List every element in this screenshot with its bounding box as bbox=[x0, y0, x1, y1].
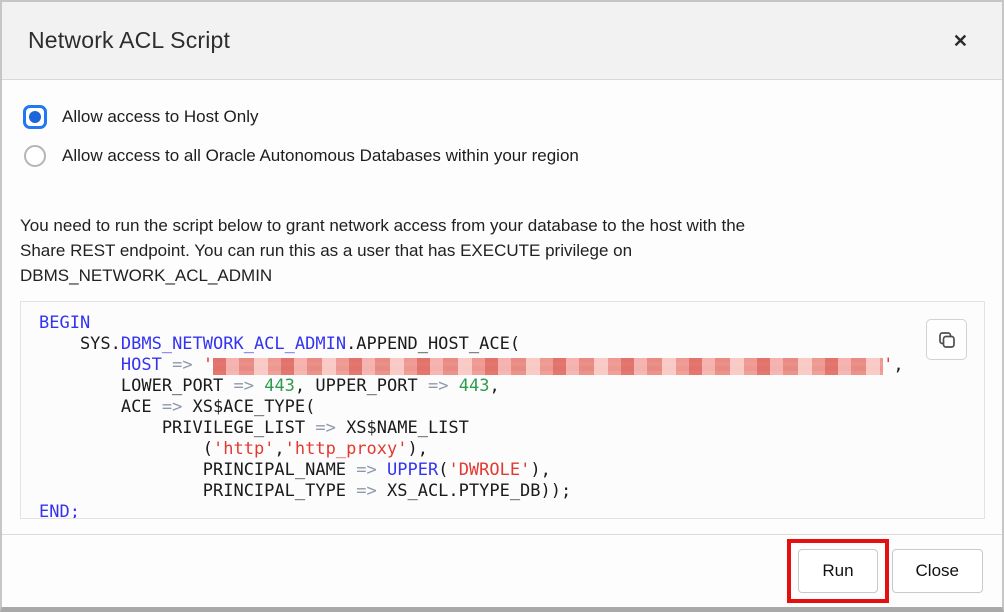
instructions-text: You need to run the script below to gran… bbox=[20, 213, 985, 288]
code-line: BEGIN bbox=[39, 313, 984, 334]
close-button[interactable]: Close bbox=[892, 549, 983, 593]
copy-icon bbox=[936, 329, 958, 351]
dialog-title: Network ACL Script bbox=[28, 27, 230, 54]
dialog-body: Allow access to Host Only Allow access t… bbox=[2, 80, 1002, 534]
dialog-footer: Run Close bbox=[2, 534, 1002, 607]
run-button[interactable]: Run bbox=[798, 549, 877, 593]
code-line: HOST => '', bbox=[39, 355, 984, 376]
code-line: PRIVILEGE_LIST => XS$NAME_LIST bbox=[39, 418, 984, 439]
code-line: LOWER_PORT => 443, UPPER_PORT => 443, bbox=[39, 376, 984, 397]
instructions-line-3: DBMS_NETWORK_ACL_ADMIN bbox=[20, 263, 985, 288]
radio-option-host-only[interactable]: Allow access to Host Only bbox=[23, 105, 985, 129]
radio-selected-icon[interactable] bbox=[23, 105, 47, 129]
radio-dot bbox=[29, 111, 41, 123]
instructions-line-1: You need to run the script below to gran… bbox=[20, 213, 985, 238]
dialog-header: Network ACL Script ✕ bbox=[2, 2, 1002, 80]
code-line: END; bbox=[39, 502, 984, 519]
close-icon[interactable]: ✕ bbox=[945, 28, 976, 54]
code-line: PRINCIPAL_NAME => UPPER('DWROLE'), bbox=[39, 460, 984, 481]
code-line: ACE => XS$ACE_TYPE( bbox=[39, 397, 984, 418]
radio-label-host-only[interactable]: Allow access to Host Only bbox=[62, 107, 259, 127]
radio-option-all-databases[interactable]: Allow access to all Oracle Autonomous Da… bbox=[23, 144, 985, 168]
red-annotation-box: Run bbox=[787, 539, 888, 603]
copy-button[interactable] bbox=[926, 319, 967, 360]
code-line: PRINCIPAL_TYPE => XS_ACL.PTYPE_DB)); bbox=[39, 481, 984, 502]
code-content: BEGIN SYS.DBMS_NETWORK_ACL_ADMIN.APPEND_… bbox=[39, 313, 984, 519]
instructions-line-2: Share REST endpoint. You can run this as… bbox=[20, 238, 985, 263]
acl-script-code-block[interactable]: BEGIN SYS.DBMS_NETWORK_ACL_ADMIN.APPEND_… bbox=[20, 301, 985, 519]
redacted-host-value bbox=[213, 358, 883, 375]
radio-unselected-icon[interactable] bbox=[24, 145, 46, 167]
code-line: SYS.DBMS_NETWORK_ACL_ADMIN.APPEND_HOST_A… bbox=[39, 334, 984, 355]
radio-label-all-databases[interactable]: Allow access to all Oracle Autonomous Da… bbox=[62, 146, 579, 166]
code-line: ('http','http_proxy'), bbox=[39, 439, 984, 460]
network-acl-dialog: Network ACL Script ✕ Allow access to Hos… bbox=[0, 0, 1004, 612]
